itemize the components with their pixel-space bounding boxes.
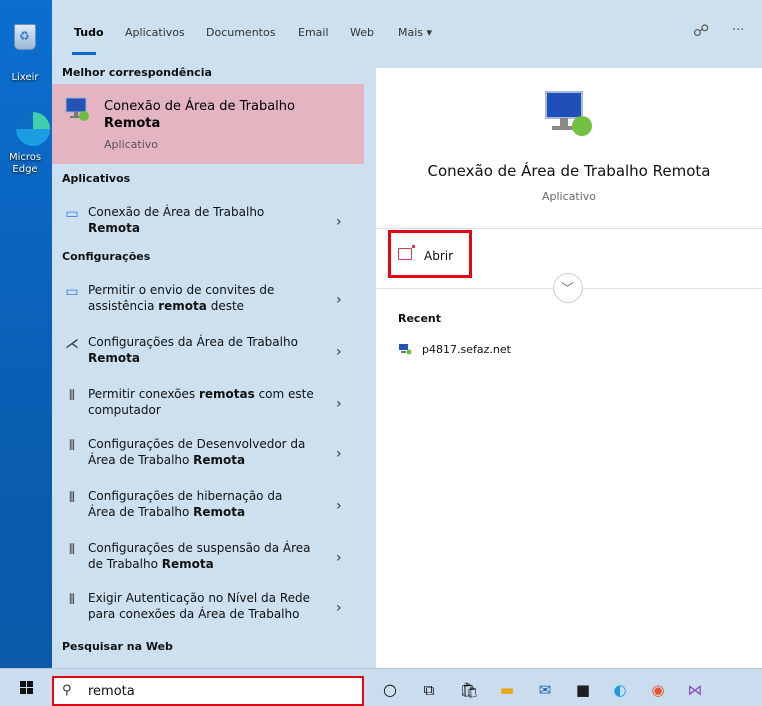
item-label: Configurações de Desenvolvedor da Área d… [88,437,306,467]
detail-subtitle: Aplicativo [541,190,597,203]
sticky-notes-icon[interactable]: ■ [572,679,594,701]
list-item[interactable]: ⫴ Configurações de Desenvolvedor da Área… [52,436,364,476]
list-item[interactable]: ⋌ Configurações da Área de Trabalho Remo… [52,334,364,374]
feedback-icon[interactable]: ☍ [693,21,709,40]
chevron-right-icon: › [336,344,342,360]
settings-sliders-icon: ⫴ [69,490,75,506]
visual-studio-icon[interactable]: ⋈ [684,679,706,701]
more-icon[interactable]: ··· [732,23,744,38]
list-item[interactable]: ⫴ Configurações de suspensão da Área de … [52,540,364,580]
search-icon: ⚲ [62,683,72,698]
divider [376,228,762,229]
detail-card [376,68,762,668]
edge-taskbar-icon[interactable]: ◐ [609,679,631,701]
list-item[interactable]: ▭ Conexão de Área de Trabalho Remota › [52,204,364,244]
chevron-right-icon: › [336,550,342,566]
detail-title: Conexão de Área de Trabalho Remota [427,162,711,180]
item-label: Configurações de suspensão da Área de Tr… [88,541,311,571]
tab-web[interactable]: Web [350,26,374,39]
list-item[interactable]: ▭ Permitir o envio de convites de assist… [52,282,364,322]
windows-start-icon[interactable] [20,681,34,695]
task-view-icon[interactable]: ⧉ [418,679,440,701]
chevron-right-icon: › [336,446,342,462]
best-match-title: Conexão de Área de Trabalho Remota [104,99,295,131]
list-item[interactable]: ⫴ Exigir Autenticação no Nível da Rede p… [52,590,364,630]
tab-documents[interactable]: Documentos [206,26,275,39]
remote-desktop-icon [65,97,89,121]
tab-email[interactable]: Email [298,26,329,39]
best-match-subtitle: Aplicativo [104,138,159,151]
list-item[interactable]: ⫴ Configurações de hibernação da Área de… [52,488,364,528]
recent-item[interactable]: p4817.sefaz.net [422,343,511,356]
settings-sliders-icon: ⫴ [69,438,75,454]
section-web-search: Pesquisar na Web [62,640,173,653]
chrome-icon[interactable]: ◉ [647,679,669,701]
mail-icon[interactable]: ✉ [534,679,556,701]
desktop: Lixeir Micros Edge [0,0,52,668]
desktop-label-edge: Micros Edge [8,152,42,175]
remote-desktop-small-icon [399,344,412,355]
settings-sliders-icon: ⫴ [69,542,75,558]
chevron-right-icon: › [336,292,342,308]
item-label: Configurações de hibernação da Área de T… [88,489,283,519]
open-button-label[interactable]: Abrir [424,249,453,263]
item-label: Permitir conexões remotas com este compu… [88,387,314,417]
open-icon [398,245,415,260]
tab-more[interactable]: Mais ▾ [398,26,432,39]
tab-active-indicator [72,52,96,55]
expand-button[interactable]: ﹀ [553,273,583,303]
search-input[interactable]: remota [88,684,135,699]
item-label: Permitir o envio de convites de assistên… [88,283,275,313]
chevron-right-icon: › [336,600,342,616]
list-item[interactable]: ⫴ Permitir conexões remotas com este com… [52,386,364,426]
recycle-bin-icon[interactable] [14,24,36,50]
monitor-icon: ▭ [65,284,79,300]
settings-sliders-icon: ⫴ [69,592,75,608]
desktop-label-recycle: Lixeir [11,72,39,83]
chevron-down-icon: ﹀ [561,282,575,297]
tab-all[interactable]: Tudo [74,26,104,39]
item-label: Conexão de Área de Trabalho Remota [88,205,265,235]
cortana-icon[interactable]: ○ [379,679,401,701]
file-explorer-icon[interactable]: ▬ [496,679,518,701]
edge-icon[interactable] [16,112,50,146]
section-best-match: Melhor correspondência [62,66,212,79]
chevron-right-icon: › [336,396,342,412]
chevron-right-icon: › [336,498,342,514]
settings-sliders-icon: ⫴ [69,388,75,404]
tab-apps[interactable]: Aplicativos [125,26,185,39]
chevron-right-icon: › [336,214,342,230]
section-settings: Configurações [62,250,151,263]
monitor-icon: ▭ [65,206,79,222]
recent-title: Recent [398,312,442,325]
search-tabs: Tudo Aplicativos Documentos Email Web Ma… [52,0,762,59]
store-icon[interactable]: 🛍 [458,679,480,701]
item-label: Configurações da Área de Trabalho Remota [88,335,298,365]
remote-arrows-icon: ⋌ [65,336,79,352]
section-apps: Aplicativos [62,172,131,185]
item-label: Exigir Autenticação no Nível da Rede par… [88,591,310,621]
remote-desktop-large-icon [545,91,592,136]
